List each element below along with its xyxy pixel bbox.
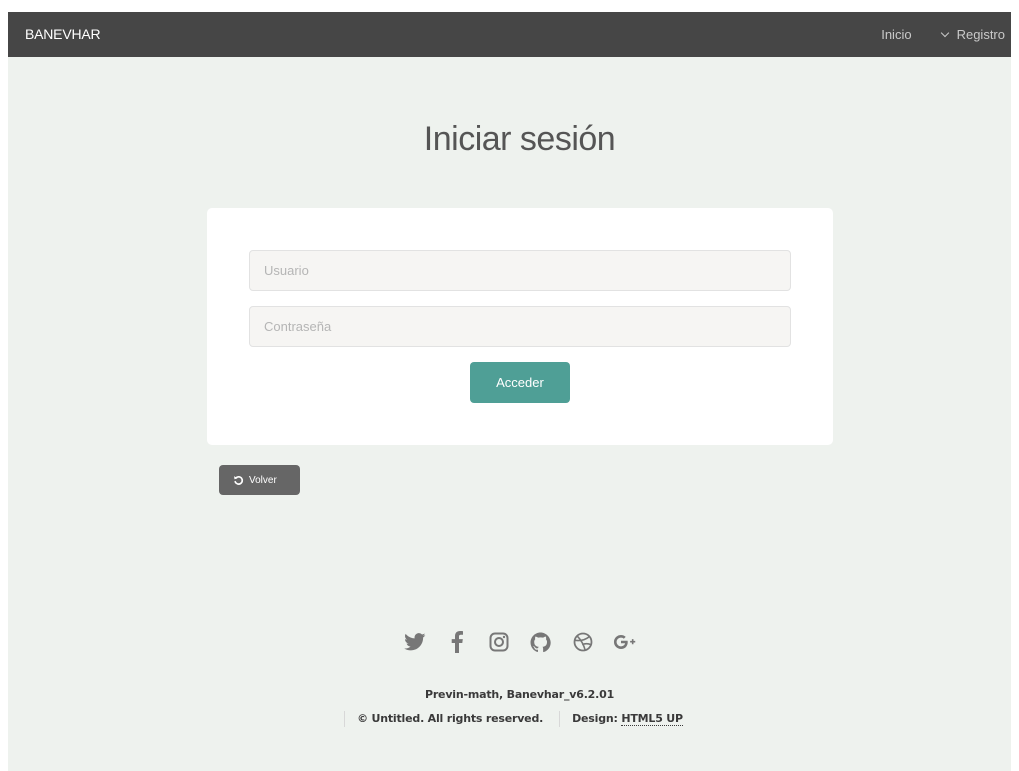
- undo-icon: [234, 475, 244, 485]
- footer-design-prefix: Design:: [572, 712, 618, 725]
- back-button[interactable]: Volver: [219, 465, 300, 495]
- page-frame: BANEVHAR Inicio Registro Iniciar sesión …: [8, 12, 1011, 771]
- instagram-icon: [489, 632, 508, 652]
- nav-item-inicio[interactable]: Inicio: [881, 27, 911, 42]
- main-nav: Inicio Registro: [881, 12, 1005, 57]
- nav-item-registro[interactable]: Registro: [940, 27, 1005, 42]
- facebook-link[interactable]: [445, 630, 469, 654]
- top-navbar: BANEVHAR Inicio Registro: [8, 12, 1011, 57]
- twitter-link[interactable]: [403, 630, 427, 654]
- page-title: Iniciar sesión: [423, 120, 616, 158]
- github-link[interactable]: [529, 630, 553, 654]
- facebook-icon: [451, 631, 463, 653]
- instagram-link[interactable]: [487, 630, 511, 654]
- brand-logo-link[interactable]: BANEVHAR: [25, 12, 101, 57]
- footer-version: Previn-math, Banevhar_v6.2.01: [424, 688, 615, 701]
- footer-design: Design: HTML5 UP: [559, 711, 695, 727]
- google-plus-icon: [613, 635, 635, 649]
- footer-copyright: © Untitled. All rights reserved.: [344, 711, 555, 727]
- back-button-label: Volver: [249, 474, 277, 486]
- github-icon: [530, 632, 551, 652]
- login-card: Acceder: [207, 208, 833, 445]
- social-links: [8, 630, 1019, 654]
- username-input[interactable]: [249, 250, 791, 291]
- footer-credits: © Untitled. All rights reserved. Design:…: [8, 711, 1019, 727]
- google-plus-link[interactable]: [613, 630, 637, 654]
- login-button[interactable]: Acceder: [470, 362, 570, 403]
- twitter-icon: [403, 633, 425, 651]
- chevron-down-icon: [940, 28, 949, 37]
- dribbble-link[interactable]: [571, 630, 595, 654]
- nav-item-registro-label: Registro: [956, 27, 1005, 42]
- design-credit-link[interactable]: HTML5 UP: [621, 712, 683, 726]
- page: BANEVHAR Inicio Registro Iniciar sesión …: [0, 0, 1019, 771]
- dribbble-icon: [573, 632, 592, 652]
- password-input[interactable]: [249, 306, 791, 347]
